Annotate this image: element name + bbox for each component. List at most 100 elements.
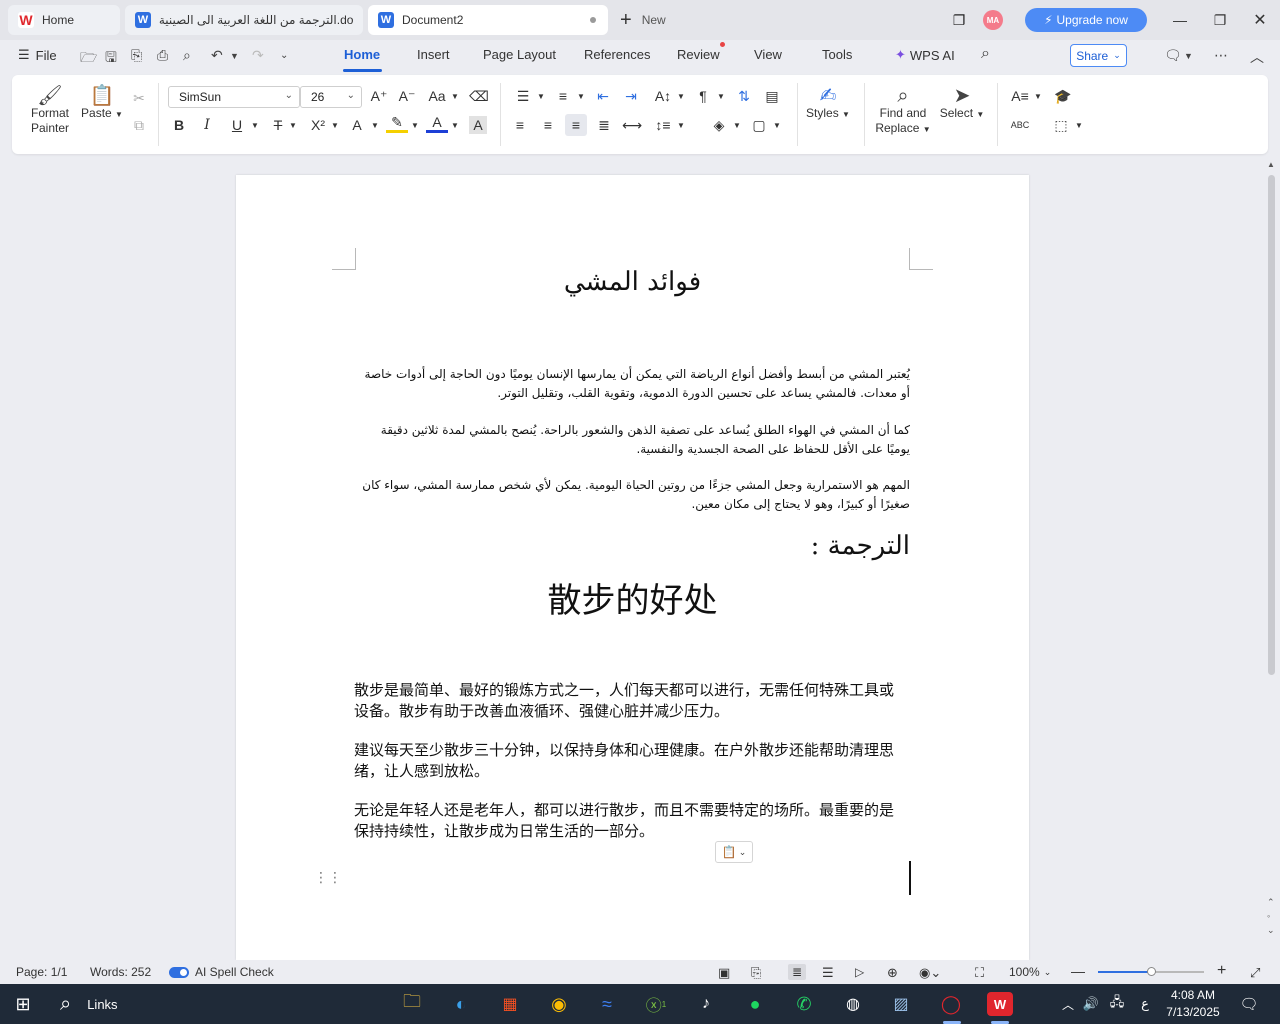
xbox-icon[interactable]: ⓧ 1 (643, 992, 669, 1016)
tab-insert[interactable]: Insert (417, 47, 450, 62)
align-left-icon[interactable]: ≡ (509, 114, 531, 136)
chevron-down-icon[interactable]: ▼ (726, 114, 748, 136)
format-painter-button[interactable]: 🖌 Format Painter (20, 86, 80, 136)
increase-indent-icon[interactable]: ⇥ (620, 85, 642, 107)
bold-icon[interactable]: B (168, 114, 190, 136)
avatar-button[interactable]: MA (982, 8, 1004, 32)
spell-check-icon[interactable]: ABC (1009, 114, 1031, 136)
cut-icon[interactable]: ✂ (128, 87, 150, 109)
columns-icon[interactable]: ▤ (761, 85, 783, 107)
chevron-down-icon[interactable]: ▼ (570, 85, 592, 107)
network-icon[interactable]: 🖧 (1104, 992, 1130, 1016)
file-explorer-icon[interactable]: 🗀 (399, 991, 425, 1016)
decrease-font-icon[interactable]: A⁻ (396, 85, 418, 107)
print-preview-icon[interactable]: ⌕ (183, 47, 191, 64)
font-size-select[interactable]: 26 ⌄ (300, 86, 362, 108)
taskbar-search[interactable]: ⌕ Links (60, 993, 118, 1016)
paste-button[interactable]: 📋 Paste ▼ (78, 86, 126, 122)
font-name-select[interactable]: SimSun ⌄ (168, 86, 300, 108)
web-view-icon[interactable]: ⊕ (887, 965, 898, 981)
print-icon[interactable]: ⎙ (157, 47, 168, 64)
chevron-down-icon[interactable]: ▼ (670, 114, 692, 136)
weather-icon[interactable]: ≈ (594, 992, 620, 1016)
chevron-down-icon[interactable]: ▼ (766, 114, 788, 136)
notifications-icon[interactable]: 🗨 (1236, 992, 1262, 1016)
tab-references[interactable]: References (584, 47, 650, 62)
search-icon[interactable]: ⌕ (981, 45, 990, 63)
decrease-indent-icon[interactable]: ⇤ (592, 85, 614, 107)
upgrade-button[interactable]: ⚡ Upgrade now (1025, 8, 1147, 32)
redo-icon[interactable]: ↷ (252, 47, 264, 64)
chevron-down-icon[interactable]: ▼ (530, 85, 552, 107)
export-icon[interactable]: ⎘ (131, 47, 142, 64)
scrollbar-thumb[interactable] (1268, 175, 1275, 675)
volume-icon[interactable]: 🔊 (1078, 992, 1104, 1016)
whatsapp-icon[interactable]: ✆ (791, 992, 817, 1016)
chevron-down-icon[interactable]: ▼ (1068, 114, 1090, 136)
zoom-in-icon[interactable]: + (1217, 962, 1226, 980)
document-page[interactable]: فوائد المشي يُعتبر المشي من أبسط وأفضل أ… (236, 175, 1029, 960)
select-button[interactable]: ➤ Select ▼ (936, 86, 988, 122)
paste-options-button[interactable]: 📋 ⌄ (715, 841, 753, 863)
camera-app-icon[interactable]: ◍ (840, 992, 866, 1016)
input-language[interactable]: ع (1132, 992, 1158, 1016)
styles-button[interactable]: ✍ Styles ▼ (804, 86, 852, 122)
windows-start-icon[interactable]: ⊞ (10, 992, 36, 1016)
wps-office-icon[interactable]: W (987, 992, 1013, 1016)
increase-font-icon[interactable]: A⁺ (368, 85, 390, 107)
clear-format-icon[interactable]: ⌫ (468, 85, 490, 107)
play-icon[interactable]: ▷ (855, 965, 864, 979)
chevron-down-icon[interactable]: ▼ (444, 114, 466, 136)
chevron-down-icon[interactable]: ▼ (404, 114, 426, 136)
ai-spell-check-toggle[interactable]: AI Spell Check (169, 965, 274, 979)
save-icon[interactable]: 🖫 (105, 47, 117, 71)
tab-home[interactable]: Home (344, 47, 380, 62)
tab-page-layout[interactable]: Page Layout (483, 47, 556, 62)
word-count[interactable]: Words: 252 (90, 965, 151, 979)
chevron-down-icon[interactable]: ▼ (444, 85, 466, 107)
system-clock[interactable]: 4:08 AM 7/13/2025 (1162, 987, 1224, 1021)
tab-view[interactable]: View (754, 47, 782, 62)
justify-icon[interactable]: ≣ (593, 114, 615, 136)
comment-icon[interactable]: 🗨 (1164, 47, 1182, 64)
wps-ai-button[interactable]: ✦ WPS AI (895, 47, 955, 63)
distributed-align-icon[interactable]: ⟷ (621, 114, 643, 136)
file-menu[interactable]: ☰ File (18, 47, 57, 63)
chevron-down-icon[interactable]: ▼ (710, 85, 732, 107)
find-replace-button[interactable]: ⌕ Find and Replace ▼ (874, 86, 932, 137)
sort-icon[interactable]: ⇅ (733, 85, 755, 107)
edge-browser-icon[interactable]: ◐ (448, 992, 474, 1016)
maximize-button[interactable]: ❐ (1208, 8, 1232, 32)
education-icon[interactable]: 🎓 (1052, 85, 1074, 107)
character-shading-icon[interactable]: A (469, 116, 487, 134)
close-button[interactable]: ✕ (1248, 8, 1272, 32)
more-dropdown-icon[interactable]: ⌄ (280, 50, 288, 61)
chevron-down-icon[interactable]: ▼ (1027, 85, 1049, 107)
scroll-up-icon[interactable]: ▲ (1267, 160, 1275, 169)
tab-document2[interactable]: W Document2 (368, 5, 608, 35)
spotify-icon[interactable]: ● (742, 992, 768, 1016)
open-folder-icon[interactable]: 🗁 (80, 47, 97, 71)
tab-document-arabic[interactable]: W الترجمة من اللغة العربية الى الصينية.d… (125, 5, 363, 35)
fullscreen-icon[interactable]: ⤢ (1250, 965, 1260, 981)
tab-home[interactable]: W Home (8, 5, 120, 35)
chevron-down-icon[interactable]: ▼ (282, 114, 304, 136)
minimize-button[interactable]: — (1168, 8, 1192, 32)
chevron-down-icon[interactable]: ▼ (364, 114, 386, 136)
comment-dropdown-icon[interactable]: ▼ (1184, 51, 1193, 61)
restore-windows-icon[interactable]: ❐ (948, 8, 970, 32)
undo-icon[interactable]: ↶ (211, 47, 223, 64)
page-nav-icons[interactable]: ⌃ ◦ ⌄ (1267, 895, 1275, 937)
zoom-select[interactable]: 100% ⌄ (1009, 965, 1051, 979)
chevron-down-icon[interactable]: ▼ (324, 114, 346, 136)
chrome-icon[interactable]: ◉ (546, 992, 572, 1016)
more-options-icon[interactable]: ⋯ (1214, 47, 1228, 64)
copy-icon[interactable]: ⧉ (128, 114, 150, 136)
photos-icon[interactable]: ▨ (888, 992, 914, 1016)
share-button[interactable]: Share ⌄ (1070, 44, 1127, 67)
tab-tools[interactable]: Tools (822, 47, 852, 62)
collapse-ribbon-icon[interactable]: ︿ (1250, 47, 1264, 67)
align-right-icon[interactable]: ≡ (565, 114, 587, 136)
tiktok-icon[interactable]: ♪ (693, 992, 719, 1016)
new-tab-button[interactable]: + New (620, 8, 666, 32)
